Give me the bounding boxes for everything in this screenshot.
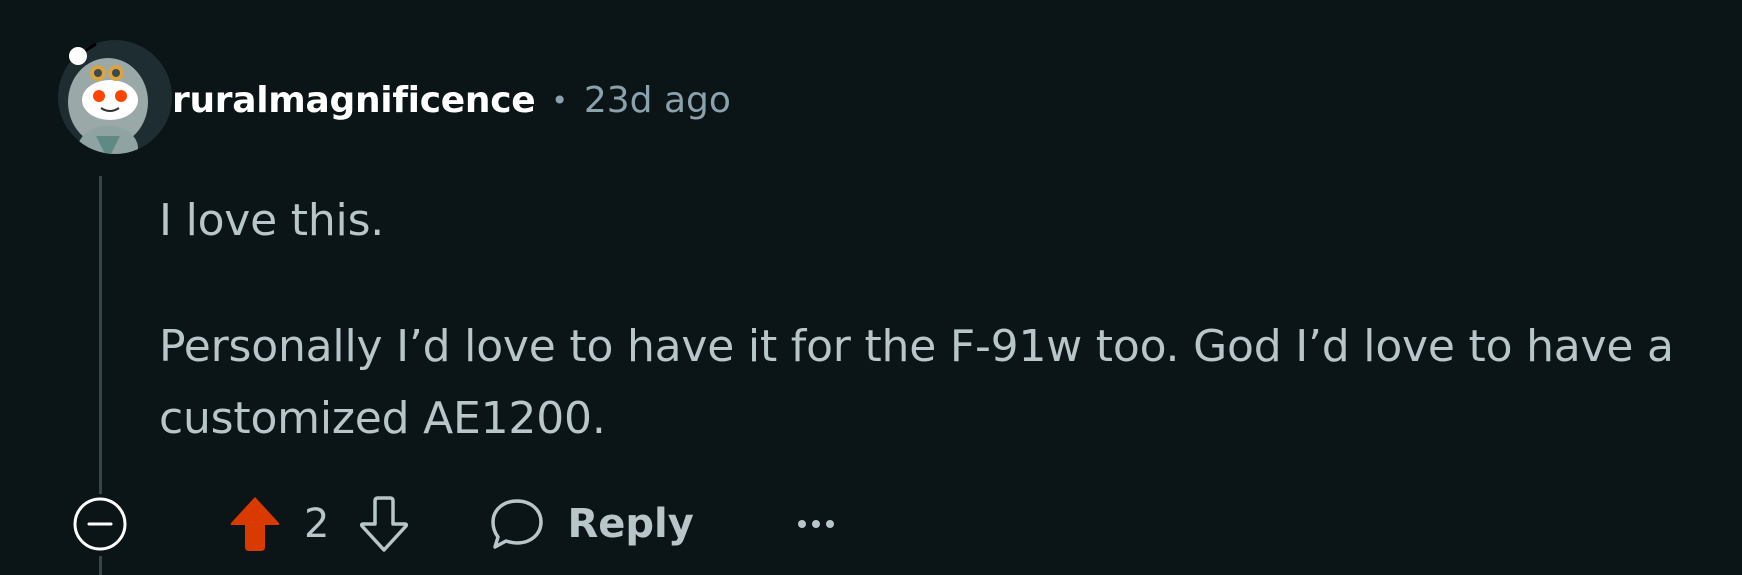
meta-separator: • xyxy=(551,83,568,117)
speech-bubble-icon xyxy=(491,499,544,549)
comment: ruralmagnificence • 23d ago I love this.… xyxy=(0,0,1742,575)
upvote-arrow-icon xyxy=(230,497,280,551)
comment-action-bar: 2 Reply xyxy=(72,492,836,556)
vote-score: 2 xyxy=(304,501,330,547)
more-options-button[interactable] xyxy=(796,504,836,544)
downvote-button[interactable] xyxy=(357,494,411,554)
comment-body: I love this. Personally I’d love to have… xyxy=(159,185,1719,455)
thread-line-continuation[interactable] xyxy=(99,556,102,575)
comment-header: ruralmagnificence • 23d ago xyxy=(172,74,731,126)
collapse-button[interactable] xyxy=(72,496,128,552)
reply-button[interactable]: Reply xyxy=(489,494,694,554)
comment-paragraph: Personally I’d love to have it for the F… xyxy=(159,321,1674,444)
reply-label: Reply xyxy=(567,501,694,547)
downvote-arrow-icon xyxy=(360,496,409,552)
upvote-button[interactable] xyxy=(228,494,282,554)
comment-paragraph: I love this. xyxy=(159,195,385,246)
timestamp[interactable]: 23d ago xyxy=(584,80,731,121)
more-dots-icon xyxy=(797,520,834,528)
author-username[interactable]: ruralmagnificence xyxy=(172,80,536,121)
thread-line[interactable] xyxy=(99,176,102,494)
user-avatar[interactable] xyxy=(58,40,172,154)
collapse-minus-icon xyxy=(73,497,127,551)
snoo-avatar-icon xyxy=(58,40,172,154)
